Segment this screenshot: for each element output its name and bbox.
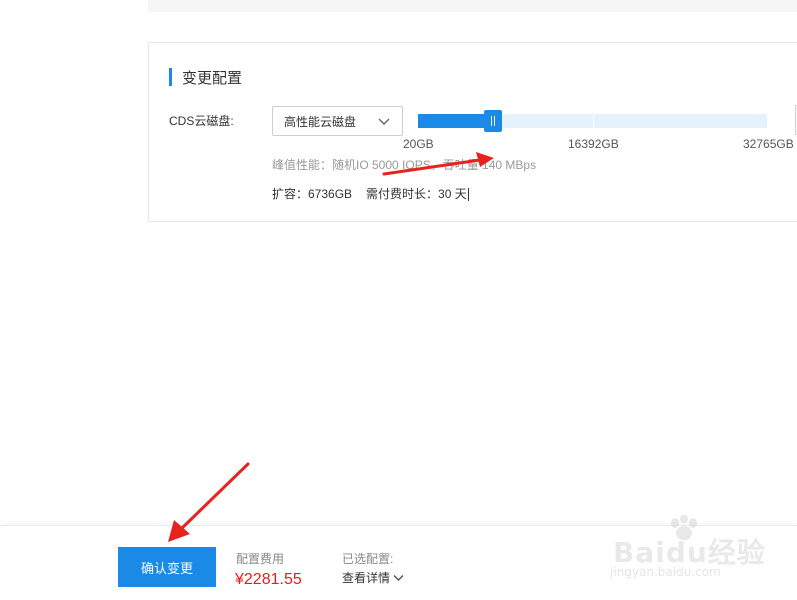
text-cursor xyxy=(467,188,469,202)
selected-config-label: 已选配置: xyxy=(342,552,394,566)
view-details-link[interactable]: 查看详情 xyxy=(342,569,404,586)
chevron-down-icon xyxy=(378,118,390,125)
config-change-card: 变更配置 CDS云磁盘: 高性能云磁盘 20GB 16392GB 32765GB… xyxy=(148,42,797,222)
view-details-text: 查看详情 xyxy=(342,571,391,585)
performance-text: 峰值性能：随机IO 5000 IOPS，吞吐量 140 MBps xyxy=(272,158,537,172)
section-title-text: 变更配置 xyxy=(182,69,243,87)
fee-value: ¥2281.55 xyxy=(235,571,302,588)
disk-size-slider-track[interactable] xyxy=(418,114,768,128)
duration-text: 需付费时长：30 天 xyxy=(366,187,467,201)
disk-type-select[interactable]: 高性能云磁盘 xyxy=(272,106,403,136)
slider-max-label: 32765GB xyxy=(743,137,794,151)
handle-grip-line xyxy=(493,116,495,126)
watermark-url: jingyan.baidu.com xyxy=(610,565,721,579)
slider-segment-divider xyxy=(767,114,768,128)
disk-size-slider-fill xyxy=(418,114,490,128)
expand-summary: 扩容：6736GB 需付费时长：30 天 xyxy=(272,185,469,202)
slider-min-label: 20GB xyxy=(403,137,434,151)
disk-size-slider-handle[interactable] xyxy=(483,110,502,132)
slider-segment-divider xyxy=(593,114,594,128)
top-panel-strip xyxy=(148,0,797,12)
chevron-down-icon xyxy=(393,574,404,581)
fee-label: 配置费用 xyxy=(236,552,285,566)
expand-size-text: 扩容：6736GB xyxy=(272,187,353,201)
section-title: 变更配置 xyxy=(169,68,243,87)
disk-label: CDS云磁盘: xyxy=(169,114,234,128)
slider-mid-label: 16392GB xyxy=(568,137,619,151)
baidu-jingyan-watermark: Baidu经验 jingyan.baidu.com xyxy=(583,515,783,585)
confirm-change-button[interactable]: 确认变更 xyxy=(118,547,216,587)
section-title-bar xyxy=(169,68,172,86)
handle-grip-line xyxy=(490,116,492,126)
disk-type-value: 高性能云磁盘 xyxy=(284,114,357,129)
